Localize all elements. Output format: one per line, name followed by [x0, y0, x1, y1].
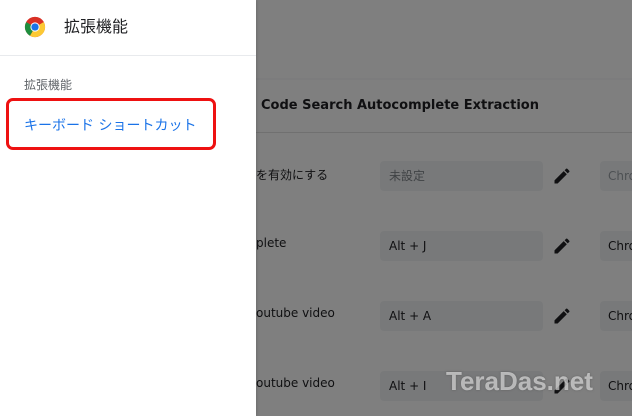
watermark: TeraDas.net [446, 366, 593, 396]
nav-drawer: 拡張機能 拡張機能 キーボード ショートカット [0, 0, 256, 416]
drawer-title: 拡張機能 [64, 17, 129, 36]
highlight-annotation [6, 98, 216, 150]
chrome-logo-icon [24, 16, 46, 38]
section-label-extensions[interactable]: 拡張機能 [24, 76, 72, 93]
drawer-header: 拡張機能 [0, 0, 256, 56]
